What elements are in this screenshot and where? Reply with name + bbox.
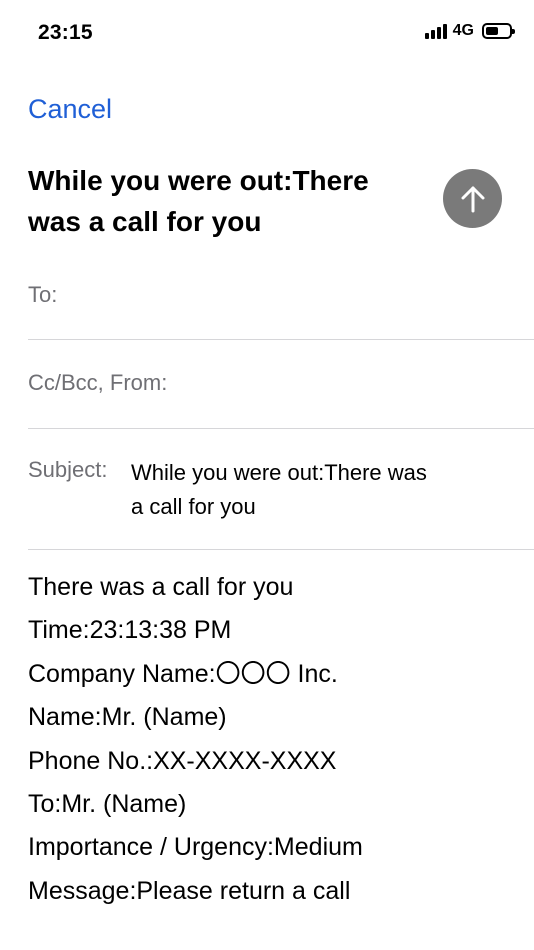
body-line: To:Mr. (Name) (28, 790, 187, 819)
body-line: There was a call for you (28, 573, 294, 601)
cc-bcc-from-field[interactable]: Cc/Bcc, From: (28, 370, 167, 396)
status-bar: 23:15 4G (0, 0, 534, 64)
body-line: Importance / Urgency:Medium (28, 833, 363, 862)
cancel-button[interactable]: Cancel (28, 94, 112, 125)
status-time: 23:15 (38, 21, 93, 44)
send-button[interactable] (443, 169, 502, 228)
body-line: Company Name:〇〇〇 Inc. (28, 659, 338, 688)
body-line: Phone No.:XX-XXXX-XXXX (28, 746, 337, 775)
body-line: Message:Please return a call (28, 876, 351, 905)
divider (28, 549, 534, 550)
network-type: 4G (452, 22, 474, 39)
divider (28, 428, 534, 429)
divider (28, 339, 534, 340)
status-indicators: 4G (424, 22, 515, 40)
mail-compose-screen: 23:15 4G Cancel While you were out:There… (0, 0, 534, 950)
compose-title: While you were out:There was a call for … (28, 165, 369, 237)
cellular-signal-icon (424, 23, 447, 39)
body-line: Name:Mr. (Name) (28, 703, 227, 732)
battery-icon (482, 23, 515, 39)
arrow-up-icon (461, 186, 484, 212)
subject-label: Subject: (28, 457, 108, 482)
body-line: Time:23:13:38 PM (28, 616, 232, 645)
subject-field[interactable]: While you were out:There was a call for … (131, 456, 441, 524)
message-body[interactable]: There was a call for you Time:23:13:38 P… (28, 566, 518, 913)
to-field[interactable]: To: (28, 282, 57, 308)
